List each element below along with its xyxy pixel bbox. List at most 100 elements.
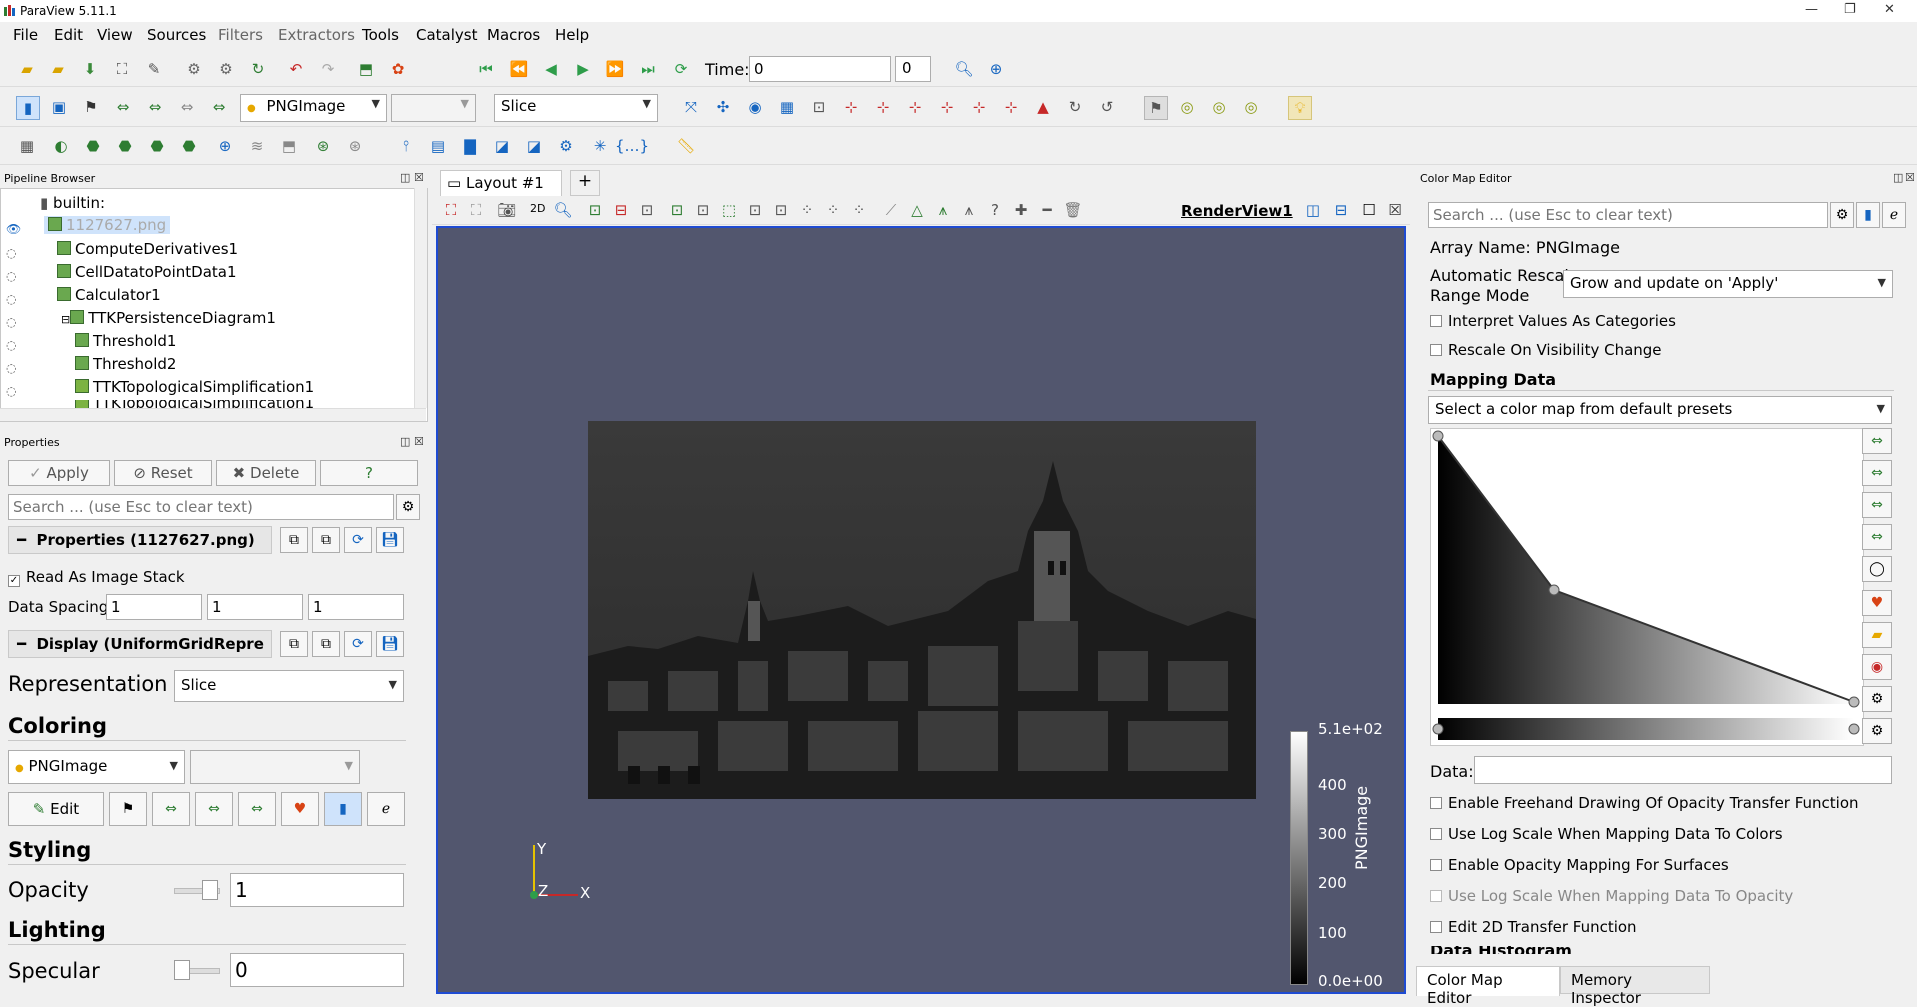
slice-filter-icon[interactable]: ⬣ (114, 135, 136, 157)
panel-float-icon[interactable]: ◫ (1893, 171, 1903, 184)
play-icon[interactable]: ▶ (572, 58, 594, 80)
select-cells-on-icon[interactable]: ⁘ (822, 199, 844, 221)
center-axes-icon[interactable]: ◎ (1176, 96, 1198, 118)
properties-search-input[interactable] (8, 494, 394, 520)
auto-apply-icon[interactable]: ↻ (247, 58, 269, 80)
pipeline-item[interactable]: TTKTopologicalSimplification1 (75, 378, 314, 396)
interpret-categories-checkbox[interactable]: Interpret Values As Categories (1430, 312, 1676, 330)
rescale-custom-range-icon[interactable]: ⇔ (195, 792, 233, 826)
read-as-stack-checkbox[interactable]: ✓ Read As Image Stack (8, 568, 185, 587)
colormap-editor-icon[interactable]: ▣ (48, 96, 70, 118)
apply-button[interactable]: ✓ Apply (8, 460, 110, 486)
view-plus-y-icon[interactable]: ⊹ (904, 96, 926, 118)
toggle-2d-button[interactable]: 2D (530, 202, 545, 215)
rescale-over-time-icon[interactable]: ⇔ (208, 96, 230, 118)
spacing-y-input[interactable] (207, 594, 303, 620)
eye-hidden-icon[interactable]: ◌ (6, 292, 16, 306)
reset-camera-icon[interactable]: ⤧ (680, 96, 702, 118)
opacity-slider-handle[interactable] (202, 880, 218, 900)
pick-center-icon[interactable]: ◎ (1208, 96, 1230, 118)
panel-float-icon[interactable]: ◫ (400, 171, 410, 184)
display-section-header[interactable]: ━ Display (UniformGridRepre (8, 630, 272, 658)
opacity-mapping-surfaces-checkbox[interactable]: Enable Opacity Mapping For Surfaces (1430, 856, 1729, 874)
choose-preset-icon[interactable]: ⚑ (109, 792, 147, 826)
add-layout-tab[interactable]: + (570, 170, 600, 196)
threshold-icon[interactable]: ⬣ (146, 135, 168, 157)
invert-transfer-icon[interactable]: ◯ (1862, 556, 1892, 582)
plot-selection-over-time-icon[interactable]: ⩚ (958, 199, 980, 221)
eye-hidden-icon[interactable]: ◌ (6, 338, 16, 352)
menu-sources[interactable]: Sources (147, 26, 206, 44)
advanced-settings-icon[interactable]: ⚙ (396, 494, 420, 520)
rescale-custom-icon[interactable]: ⇔ (112, 96, 134, 118)
pipeline-item[interactable]: Threshold1 (75, 332, 176, 350)
maximize-button[interactable]: ❐ (1844, 2, 1856, 17)
properties-section-header[interactable]: ━ Properties (1127627.png) (8, 526, 272, 554)
plot-data-icon[interactable]: ◪ (491, 135, 513, 157)
color-array-select[interactable]: ● PNGImage ▼ (240, 94, 387, 122)
save-colormap-icon[interactable]: ▮ (1856, 202, 1880, 228)
eye-hidden-icon[interactable]: ◌ (6, 246, 16, 260)
spacing-x-input[interactable] (106, 594, 202, 620)
eye-hidden-icon[interactable]: ◌ (6, 269, 16, 283)
camera-icon[interactable]: 📷︎ (496, 199, 518, 221)
rescale-time-icon[interactable]: ⇔ (144, 96, 166, 118)
colormap-search-input[interactable] (1428, 202, 1828, 228)
tf-rescale-icon[interactable]: ⇔ (1862, 428, 1892, 454)
favorite-colormap-icon[interactable]: ♥ (1862, 590, 1892, 616)
split-vertical-icon[interactable]: ⊟ (1330, 199, 1352, 221)
load-state-icon[interactable]: ▰ (47, 58, 69, 80)
pipeline-root[interactable]: ▮ builtin: (40, 194, 105, 212)
maximize-view-icon[interactable]: ☐ (1358, 199, 1380, 221)
view-plus-z-icon[interactable]: ⊹ (968, 96, 990, 118)
view-minus-y-icon[interactable]: ⊹ (936, 96, 958, 118)
particle-tracer-icon[interactable]: ✳ (589, 135, 611, 157)
tf-rescale-temporal-icon[interactable]: ⇔ (1862, 492, 1892, 518)
freehand-opacity-checkbox[interactable]: Enable Freehand Drawing Of Opacity Trans… (1430, 794, 1859, 812)
colormap-scrollbar[interactable] (1895, 262, 1907, 956)
color-component-select[interactable]: ▼ (391, 94, 476, 122)
restore-display-defaults-icon[interactable]: ⟳ (344, 631, 372, 657)
panel-close-icon[interactable]: ☒ (414, 435, 424, 448)
tab-color-map-editor[interactable]: Color Map Editor (1416, 966, 1560, 1007)
plot-data-over-time-icon[interactable]: ◪ (523, 135, 545, 157)
data-value-input[interactable] (1474, 756, 1892, 784)
rotate-minus-90-icon[interactable]: ↺ (1096, 96, 1118, 118)
copy-properties-icon[interactable]: ⧉ (280, 527, 308, 553)
histogram-icon[interactable]: ▇ (459, 135, 481, 157)
eye-hidden-icon[interactable]: ◌ (6, 361, 16, 375)
pipeline-item[interactable]: CellDatatoPointData1 (57, 263, 237, 281)
favorite-preset-icon[interactable]: ♥ (281, 792, 319, 826)
reverse-play-icon[interactable]: ◀ (540, 58, 562, 80)
first-frame-icon[interactable]: ⏮ (475, 58, 497, 80)
last-frame-icon[interactable]: ⏭ (637, 58, 659, 80)
close-button[interactable]: ✕ (1884, 2, 1895, 17)
capture-layout-icon[interactable]: ⛶ (465, 199, 487, 221)
pipeline-hscrollbar[interactable] (0, 408, 426, 421)
menu-file[interactable]: File (13, 26, 38, 44)
coloring-array-combo[interactable]: ● PNGImage ▼ (8, 750, 185, 784)
paste-display-icon[interactable]: ⧉ (312, 631, 340, 657)
menu-macros[interactable]: Macros (487, 26, 540, 44)
pipeline-scrollbar[interactable] (414, 188, 427, 408)
glyph-icon[interactable]: ⊕ (214, 135, 236, 157)
view-minus-x-icon[interactable]: ⊹ (872, 96, 894, 118)
rescale-data-icon[interactable]: ⚑ (80, 96, 102, 118)
menu-extractors[interactable]: Extractors (278, 26, 355, 44)
select-blocks-icon[interactable]: ⊡ (692, 199, 714, 221)
transfer-function-plot[interactable] (1430, 428, 1862, 744)
menu-filters[interactable]: Filters (218, 26, 263, 44)
group-datasets-icon[interactable]: ⊛ (312, 135, 334, 157)
camera-undo-icon[interactable]: 🔍︎ (552, 199, 574, 221)
query-icon[interactable]: ⊕ (985, 58, 1007, 80)
minimize-button[interactable]: — (1805, 2, 1818, 17)
colormap-gear-icon[interactable]: ⚙ (1862, 718, 1892, 744)
zoom-to-data-icon[interactable]: ◉ (744, 96, 766, 118)
spacing-z-input[interactable] (308, 594, 404, 620)
view-minus-z-icon[interactable]: ⊹ (1000, 96, 1022, 118)
grow-selection-icon[interactable]: ⟋ (880, 199, 902, 221)
representation-combo[interactable]: Slice ▼ (174, 670, 404, 702)
rescale-mode-select[interactable]: Grow and update on 'Apply' ▼ (1563, 270, 1893, 298)
extract-selection-icon[interactable]: ⩚ (932, 199, 954, 221)
select-frustum-icon[interactable]: ⊡ (636, 199, 658, 221)
